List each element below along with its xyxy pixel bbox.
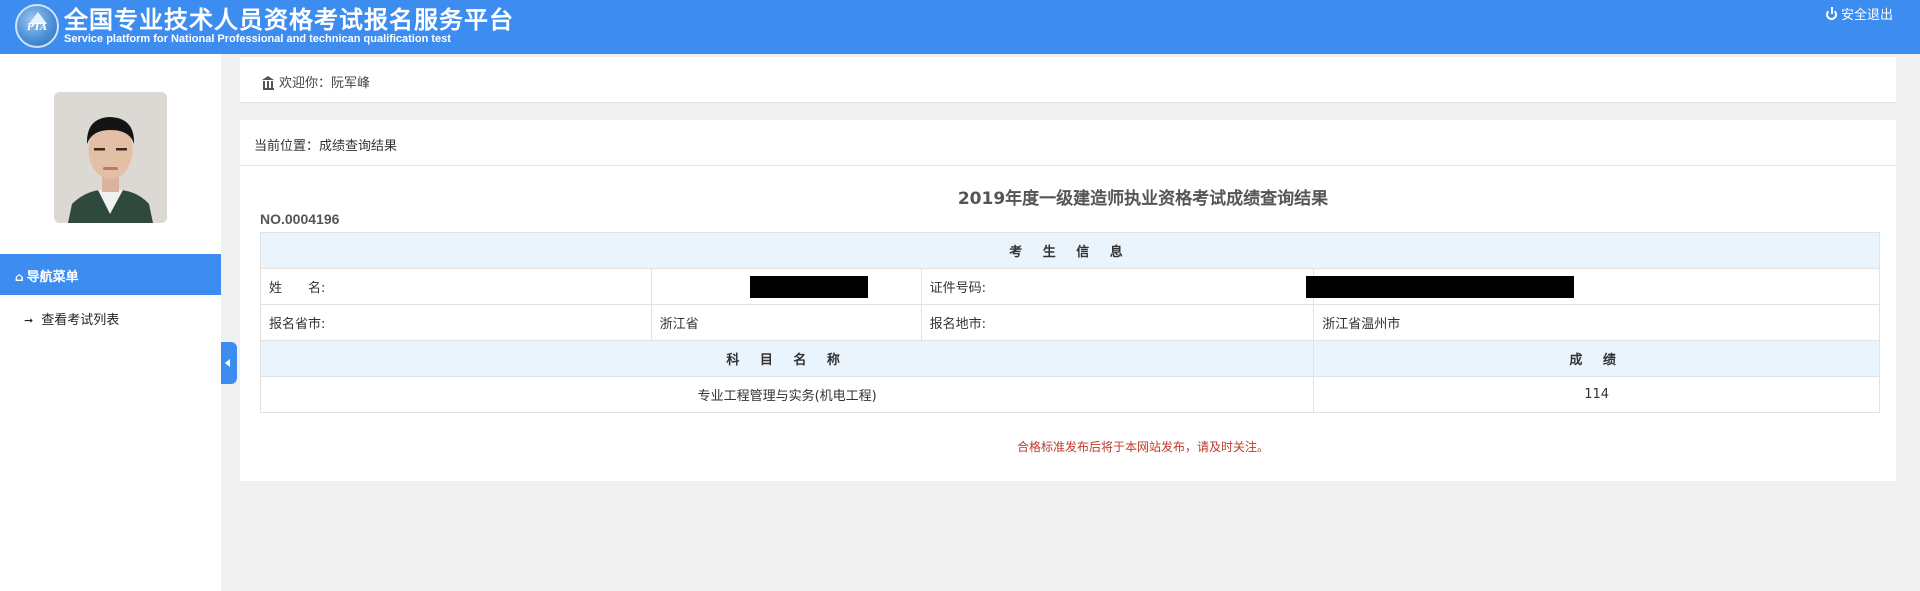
table-row: 专业工程管理与实务(机电工程) 114 [259,376,1880,413]
logo-text: PTA [27,23,47,33]
table-row: 报名省市: 浙江省 报名地市: 浙江省温州市 [260,304,1880,341]
section-header: 考 生 信 息 [260,232,1880,269]
nav-menu-title: 导航菜单 [26,270,79,285]
result-title: 2019年度一级建造师执业资格考试成绩查询结果 [957,189,1329,209]
city-label: 报名地市: [920,304,1315,341]
name-label: 姓 名: [260,268,652,305]
sidebar-item-exam-list[interactable]: ➞ 查看考试列表 [24,309,119,328]
id-label: 证件号码: [920,268,1315,305]
subject-header-row: 科 目 名 称 成 绩 [259,340,1880,377]
result-panel: 当前位置：成绩查询结果 2019年度一级建造师执业资格考试成绩查询结果 NO.0… [240,120,1896,481]
province-value: 浙江省 [650,304,922,341]
notice-text: 合格标准发布后将于本网站发布，请及时关注。 [1016,440,1269,454]
section-header-row: 考 生 信 息 [260,232,1880,269]
score-value: 114 [1313,376,1880,413]
logout-label: 安全退出 [1841,8,1894,23]
sign-in-icon: ➞ [24,314,34,327]
subject-value: 专业工程管理与实务(机电工程) [259,376,1315,413]
subject-header: 科 目 名 称 [259,340,1315,377]
welcome-label: 欢迎你：阮军峰 [279,76,371,91]
redaction-bar [1306,275,1575,298]
institution-icon [262,76,275,90]
top-header: PTA 全国专业技术人员资格考试报名服务平台 Service platform … [0,0,1920,54]
pta-logo: PTA [15,4,59,48]
site-title: 全国专业技术人员资格考试报名服务平台 [64,6,514,34]
province-label: 报名省市: [260,304,652,341]
sidebar-collapse-toggle[interactable] [221,342,237,384]
logout-button[interactable]: 安全退出 [1826,4,1893,23]
avatar-photo [54,92,167,223]
table-row: 姓 名: 证件号码: [260,268,1880,305]
welcome-text: 欢迎你：阮军峰 [262,72,370,91]
welcome-panel: 欢迎你：阮军峰 [240,57,1896,103]
id-value [1306,268,1880,305]
certificate-number: NO.0004196 [260,211,340,227]
city-value: 浙江省温州市 [1313,304,1880,341]
score-header: 成 绩 [1313,340,1880,377]
nav-menu-header: ⌂ 导航菜单 [0,254,221,295]
site-subtitle: Service platform for National Profession… [64,33,451,45]
sidebar: ⌂ 导航菜单 ➞ 查看考试列表 [0,54,221,591]
divider [240,165,1896,166]
score-table: 考 生 信 息 姓 名: 证件号码: 报名省市: 浙江省 报名地市: 浙江省温州… [259,232,1880,413]
power-icon [1826,7,1837,20]
redaction-bar [749,275,868,298]
sidebar-item-label: 查看考试列表 [41,313,120,328]
name-value [650,268,922,305]
breadcrumb: 当前位置：成绩查询结果 [254,139,398,154]
home-icon: ⌂ [15,270,24,284]
